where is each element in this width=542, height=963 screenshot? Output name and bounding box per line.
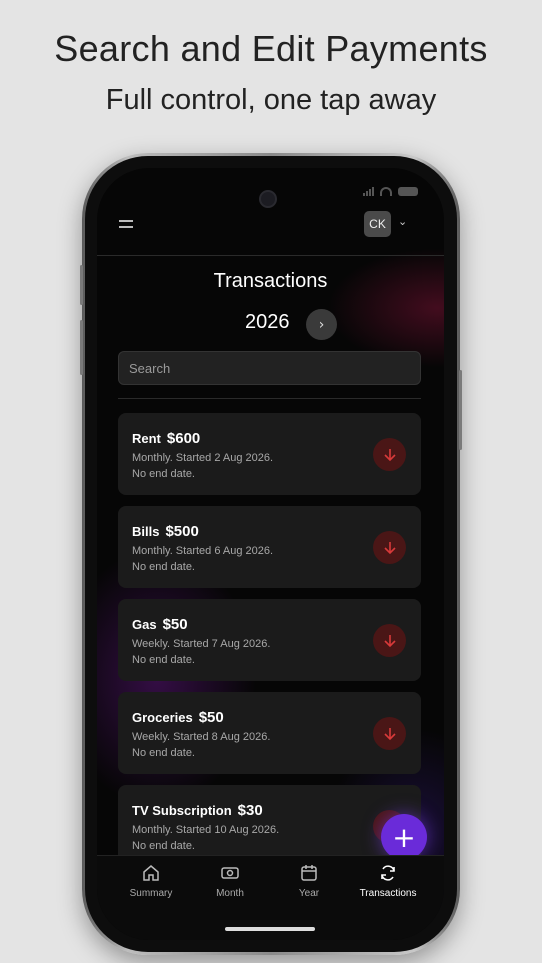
chevron-down-icon[interactable]: ⌄	[398, 215, 407, 228]
arrow-down-icon[interactable]	[373, 531, 406, 564]
page-title: Transactions	[213, 270, 328, 292]
transaction-end-date: No end date.	[132, 747, 195, 759]
signal-icon	[363, 186, 374, 196]
wifi-icon	[380, 186, 392, 196]
arrow-down-icon[interactable]	[373, 717, 406, 750]
phone-side-button	[80, 265, 83, 305]
transaction-card[interactable]: Groceries $50 Weekly. Started 8 Aug 2026. N…	[118, 692, 421, 774]
calendar-icon	[269, 864, 349, 886]
transaction-name-label: Bills	[132, 524, 160, 539]
camera-icon	[259, 190, 277, 208]
avatar[interactable]: CK	[364, 211, 391, 237]
money-icon	[190, 864, 270, 886]
transaction-amount: $30	[237, 802, 263, 819]
transaction-end-date: No end date.	[132, 468, 195, 480]
nav-label: Summary	[129, 888, 173, 899]
transaction-name: Bills $500	[132, 523, 199, 540]
nav-item-transactions[interactable]: Transactions	[348, 864, 428, 899]
phone-screen: CK ⌄ Transactions 2026 › Rent $600 Monthly…	[97, 168, 444, 940]
transaction-amount: $50	[198, 709, 224, 726]
search-divider	[118, 398, 421, 399]
transaction-end-date: No end date.	[132, 840, 195, 852]
arrow-down-icon[interactable]	[373, 624, 406, 657]
transaction-end-date: No end date.	[132, 561, 195, 573]
transaction-name-label: Groceries	[132, 710, 193, 725]
transaction-name: Gas $50	[132, 616, 188, 633]
background-glow	[327, 248, 444, 368]
next-year-button[interactable]: ›	[306, 309, 337, 340]
transaction-schedule: Weekly. Started 7 Aug 2026.	[132, 638, 271, 650]
battery-icon	[398, 186, 418, 196]
transaction-amount: $600	[166, 430, 201, 447]
nav-label: Year	[298, 888, 320, 899]
transaction-card[interactable]: Gas $50 Weekly. Started 7 Aug 2026. No end …	[118, 599, 421, 681]
hamburger-icon[interactable]	[119, 220, 133, 228]
nav-label: Transactions	[359, 888, 417, 899]
transaction-schedule: Monthly. Started 10 Aug 2026.	[132, 824, 280, 836]
transaction-name-label: Rent	[132, 431, 161, 446]
transaction-amount: $50	[162, 616, 188, 633]
home-indicator	[225, 927, 315, 931]
transaction-name: Rent $600	[132, 430, 200, 447]
promo-subheadline: Full control, one tap away	[105, 84, 437, 116]
nav-label: Month	[216, 888, 244, 899]
search-input[interactable]	[118, 351, 421, 385]
transaction-name: TV Subscription $30	[132, 802, 263, 819]
arrow-down-icon[interactable]	[373, 438, 406, 471]
refresh-icon	[348, 864, 428, 886]
plus-icon: +	[392, 820, 416, 854]
transaction-card[interactable]: Rent $600 Monthly. Started 2 Aug 2026. No e…	[118, 413, 421, 495]
promo-headline: Search and Edit Payments	[54, 28, 488, 69]
nav-item-year[interactable]: Year	[269, 864, 349, 899]
phone-power-button	[459, 370, 462, 450]
transaction-schedule: Monthly. Started 2 Aug 2026.	[132, 452, 274, 464]
nav-item-month[interactable]: Month	[190, 864, 270, 899]
transaction-amount: $500	[165, 523, 199, 540]
transaction-schedule: Monthly. Started 6 Aug 2026.	[132, 545, 274, 557]
year-label: 2026	[245, 311, 290, 333]
chevron-right-icon: ›	[318, 316, 325, 333]
nav-item-summary[interactable]: Summary	[111, 864, 191, 899]
transaction-name-label: TV Subscription	[132, 803, 232, 818]
add-transaction-button[interactable]: +	[381, 814, 427, 860]
phone-side-button	[80, 320, 83, 375]
transaction-name-label: Gas	[132, 617, 157, 632]
transaction-schedule: Weekly. Started 8 Aug 2026.	[132, 731, 271, 743]
transaction-name: Groceries $50	[132, 709, 224, 726]
status-bar	[363, 186, 418, 196]
topbar-divider	[97, 255, 444, 256]
home-icon	[111, 864, 191, 886]
transaction-card[interactable]: Bills $500 Monthly. Started 6 Aug 2026. No …	[118, 506, 421, 588]
transaction-end-date: No end date.	[132, 654, 195, 666]
